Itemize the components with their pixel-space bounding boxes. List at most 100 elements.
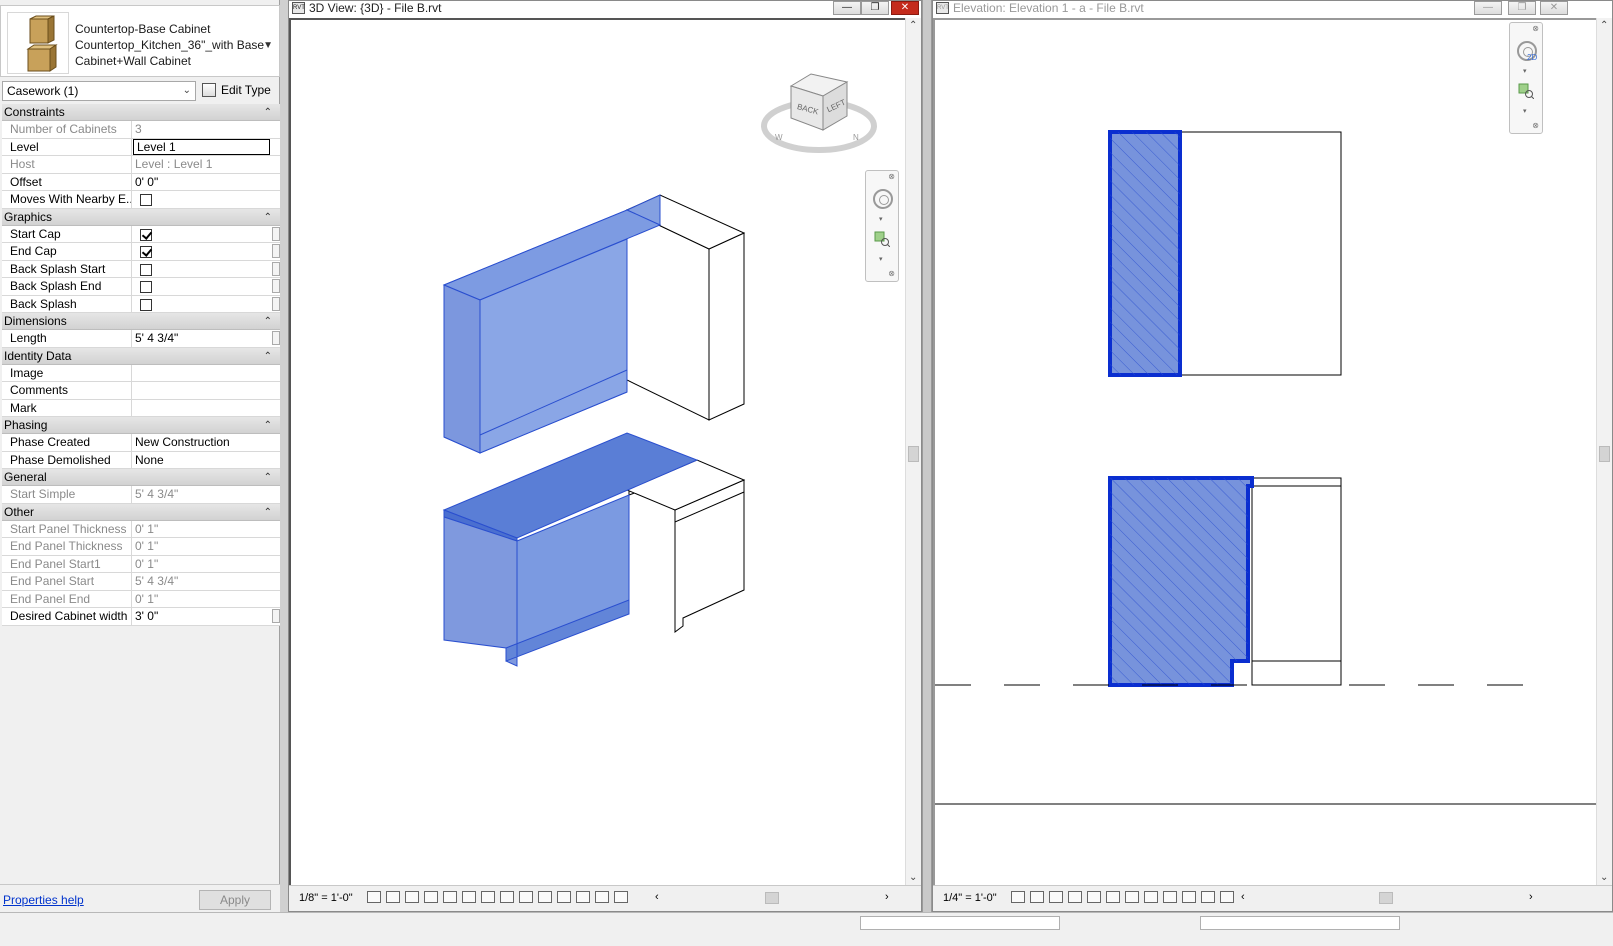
steering-wheel-icon[interactable] [873, 189, 893, 209]
viewcube[interactable]: BACK LEFT W N [761, 68, 879, 158]
base-cabinet-elevation[interactable] [1108, 476, 1342, 687]
status-field[interactable] [1200, 916, 1400, 930]
desired-cabinet-width-field[interactable]: 3' 0" [132, 608, 280, 625]
detail-level-icon[interactable] [367, 891, 381, 903]
prop-row-phase-demolished[interactable]: Phase Demolished None [2, 451, 280, 469]
reveal-hidden-icon[interactable] [1144, 891, 1158, 903]
scroll-down-icon[interactable]: ⌄ [909, 872, 917, 883]
navigation-bar[interactable]: ⊗ 2D ▾ ▾ ⊗ [1509, 22, 1543, 134]
view-window-elevation[interactable]: RVT Elevation: Elevation 1 - a - File B.… [932, 0, 1613, 912]
crop-view-icon[interactable] [1087, 891, 1101, 903]
highlight-displacement-icon[interactable] [1220, 891, 1234, 903]
worksharing-icon[interactable] [1163, 891, 1177, 903]
view-title-bar[interactable]: RVT Elevation: Elevation 1 - a - File B.… [933, 1, 1612, 17]
prop-row-mark[interactable]: Mark [2, 399, 280, 417]
collapse-icon[interactable]: ⌃ [264, 313, 272, 330]
close-icon[interactable]: ⊗ [1532, 24, 1539, 33]
horizontal-scroll-thumb[interactable] [1379, 892, 1393, 904]
zoom-icon[interactable] [874, 231, 890, 247]
group-identity-data[interactable]: Identity Data ⌃ [2, 347, 280, 365]
scroll-thumb[interactable] [908, 446, 919, 462]
status-field[interactable] [860, 916, 1060, 930]
param-button[interactable] [272, 296, 280, 311]
mark-field[interactable] [132, 400, 280, 417]
view-scale[interactable]: 1/8" = 1'-0" [299, 892, 353, 904]
scroll-down-icon[interactable]: ⌄ [1600, 872, 1608, 883]
design-options-icon[interactable] [576, 891, 590, 903]
prop-row-length[interactable]: Length 5' 4 3/4" [2, 330, 280, 348]
group-general[interactable]: General ⌃ [2, 469, 280, 486]
vertical-scrollbar[interactable]: ⌃ ⌄ [905, 18, 921, 885]
collapse-icon[interactable]: ⌃ [264, 348, 272, 365]
navigation-bar[interactable]: ⊗ ▾ ▾ ⊗ [865, 170, 899, 282]
drawing-area-3d[interactable]: BACK LEFT W N ⊗ ▾ ▾ ⊗ [289, 18, 905, 885]
prop-row-desired-cabinet-width[interactable]: Desired Cabinet width 3' 0" [2, 608, 280, 626]
lock-view-icon[interactable] [500, 891, 514, 903]
collapse-icon[interactable]: ⌃ [264, 469, 272, 486]
shadows-icon[interactable] [424, 891, 438, 903]
analytical-model-icon[interactable] [1201, 891, 1215, 903]
group-graphics[interactable]: Graphics ⌃ [2, 208, 280, 226]
scroll-left-icon[interactable]: ‹ [1241, 891, 1245, 905]
prop-row-level[interactable]: Level Level 1 [2, 138, 280, 156]
chevron-down-icon[interactable]: ▾ [1523, 67, 1527, 75]
show-crop-icon[interactable] [1106, 891, 1120, 903]
scroll-right-icon[interactable]: › [1529, 891, 1533, 905]
visual-style-icon[interactable] [1030, 891, 1044, 903]
scroll-up-icon[interactable]: ⌃ [1600, 20, 1608, 31]
group-phasing[interactable]: Phasing ⌃ [2, 417, 280, 434]
temp-hide-icon[interactable] [519, 891, 533, 903]
scroll-right-icon[interactable]: › [885, 891, 889, 905]
window-splitter[interactable] [922, 0, 932, 912]
end-cap-checkbox[interactable] [140, 246, 152, 258]
image-field[interactable] [132, 365, 280, 382]
param-button[interactable] [272, 609, 280, 623]
drawing-area-elevation[interactable]: ⊗ 2D ▾ ▾ ⊗ [933, 18, 1599, 885]
collapse-icon[interactable]: ⌃ [264, 104, 272, 121]
back-splash-start-checkbox[interactable] [140, 263, 152, 276]
comments-field[interactable] [132, 382, 280, 399]
param-button[interactable] [272, 226, 280, 241]
prop-row-image[interactable]: Image [2, 364, 280, 382]
group-other[interactable]: Other ⌃ [2, 503, 280, 521]
chevron-down-icon[interactable]: ▾ [1523, 107, 1527, 115]
wall-cabinet[interactable] [442, 194, 746, 454]
collapse-icon[interactable]: ⌃ [264, 504, 272, 521]
wall-cabinet-elevation[interactable] [1108, 130, 1342, 377]
crop-view-icon[interactable] [462, 891, 476, 903]
offset-field[interactable]: 0' 0" [132, 174, 280, 191]
phase-demolished-field[interactable]: None [132, 452, 280, 469]
back-splash-checkbox[interactable] [140, 298, 152, 311]
collapse-icon[interactable]: ⌃ [264, 417, 272, 434]
shadows-icon[interactable] [1068, 891, 1082, 903]
level-field[interactable]: Level 1 [133, 138, 270, 155]
reveal-hidden-icon[interactable] [538, 891, 552, 903]
edit-type-button[interactable]: Edit Type [202, 81, 271, 101]
scroll-left-icon[interactable]: ‹ [655, 891, 659, 905]
worksharing-icon[interactable] [557, 891, 571, 903]
type-selector[interactable]: Countertop-Base Cabinet Countertop_Kitch… [0, 5, 280, 77]
render-icon[interactable] [443, 891, 457, 903]
apply-button[interactable]: Apply [199, 890, 271, 910]
close-button[interactable]: ✕ [891, 1, 919, 15]
temp-hide-icon[interactable] [1125, 891, 1139, 903]
prop-row-comments[interactable]: Comments [2, 382, 280, 400]
back-splash-end-checkbox[interactable] [140, 281, 152, 293]
phase-created-field[interactable]: New Construction [132, 434, 280, 451]
moves-with-checkbox[interactable] [140, 194, 152, 206]
chevron-down-icon[interactable]: ▾ [879, 255, 883, 263]
chevron-down-icon[interactable]: ▼ [263, 40, 273, 51]
vertical-scrollbar[interactable]: ⌃ ⌄ [1596, 18, 1612, 885]
group-dimensions[interactable]: Dimensions ⌃ [2, 313, 280, 330]
detail-level-icon[interactable] [1011, 891, 1025, 903]
properties-help-link[interactable]: Properties help [3, 893, 84, 907]
highlight-displacement-icon[interactable] [614, 891, 628, 903]
chevron-down-icon[interactable]: ▾ [879, 215, 883, 223]
view-scale[interactable]: 1/4" = 1'-0" [943, 892, 997, 904]
view-title-bar[interactable]: RVT 3D View: {3D} - File B.rvt — ❐ ✕ [289, 1, 921, 17]
length-field[interactable]: 5' 4 3/4" [132, 330, 280, 347]
param-button[interactable] [272, 244, 280, 258]
sun-path-icon[interactable] [405, 891, 419, 903]
minimize-button[interactable]: — [1474, 1, 1502, 15]
param-button[interactable] [272, 261, 280, 276]
